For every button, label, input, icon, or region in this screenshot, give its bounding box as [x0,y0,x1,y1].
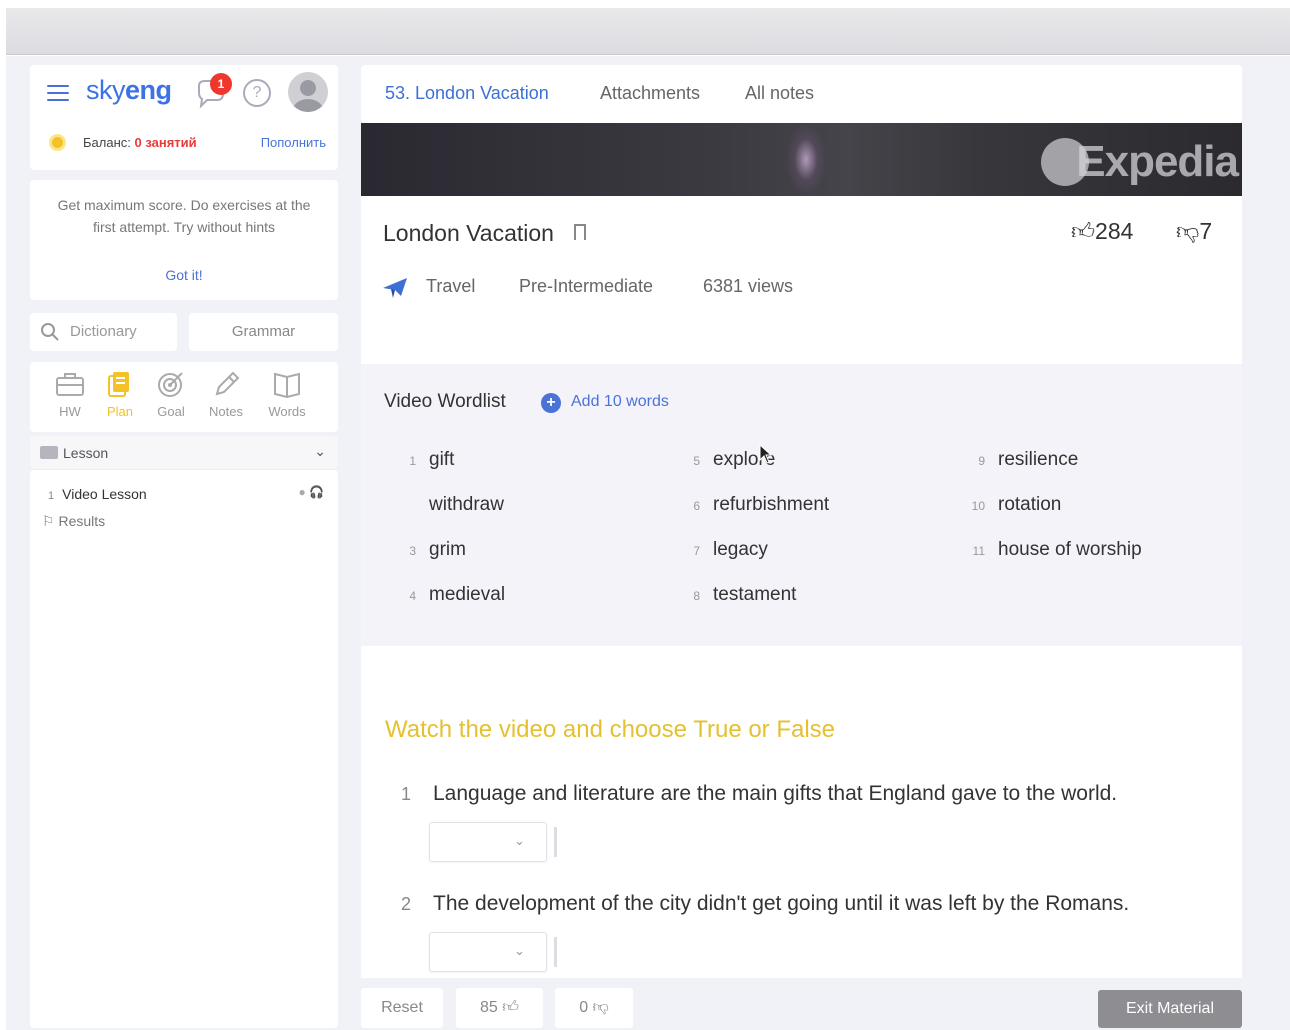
tool-plan[interactable]: Plan [95,370,145,419]
exit-material-button[interactable]: Exit Material [1098,990,1242,1028]
coin-icon [49,134,66,151]
bottom-toolbar: Reset 85 👍︎ 0 👎︎ Exit Material [361,978,1242,1030]
lesson-category: Travel [426,276,476,296]
thumbs-up-icon: 👍︎ [1071,218,1096,244]
question-text: 2 The development of the city didn't get … [401,892,1130,915]
tool-words[interactable]: Words [262,370,312,419]
sidebar-item-video-lesson[interactable]: 1 Video Lesson [48,486,147,502]
word-item[interactable]: 1 gift [396,449,454,471]
avatar[interactable] [288,72,328,112]
grammar-button[interactable]: Grammar [189,313,338,351]
tip-card: Get maximum score. Do exercises at the f… [30,180,338,300]
reset-button[interactable]: Reset [361,988,443,1028]
dislike-button[interactable]: 👎︎7 [1176,218,1212,246]
plan-icon [108,372,129,397]
banner-watermark: Expedia [1076,137,1239,186]
flag-icon: ⚐ [42,513,59,529]
sidebar-header: skyeng 1 ? Баланс: 0 занятий Пополнить [30,65,338,170]
menu-icon[interactable] [47,85,69,101]
answer-dropdown[interactable]: ⌄ [429,932,547,972]
plane-icon [383,278,407,298]
tip-text: Get maximum score. Do exercises at the f… [57,197,311,235]
tab-attachments[interactable]: Attachments [600,83,700,104]
chevron-down-icon: ⌄ [514,833,525,848]
add-words-button[interactable]: + [541,393,561,413]
exercise-section: Watch the video and choose True or False… [361,646,1242,978]
folder-icon [40,446,58,459]
exercise-title: Watch the video and choose True or False [385,716,836,743]
banner-light [786,123,826,196]
dictionary-label: Dictionary [70,323,137,340]
search-icon [41,323,59,341]
video-lesson-status-icons: ● 🎧 [298,485,324,499]
notification-badge: 1 [210,73,232,95]
tool-goal[interactable]: Goal [146,370,196,419]
word-item[interactable]: 11 house of worship [965,539,1142,561]
lesson-list: 1 Video Lesson ● 🎧 ⚐ Results [30,470,338,1028]
wordlist-title: Video Wordlist [384,391,506,412]
pencil-icon [215,371,240,396]
footer-like-button[interactable]: 85 👍︎ [456,988,543,1028]
balance-text: Баланс: 0 занятий [83,135,197,150]
help-icon[interactable]: ? [243,79,271,107]
dropdown-hint-bar [554,937,557,967]
chevron-down-icon: ⌄ [514,943,525,958]
lesson-tabs: 53. London Vacation Attachments All note… [361,65,1242,123]
chevron-down-icon: ⌄ [314,443,326,459]
add-words-link[interactable]: Add 10 words [571,393,669,411]
answer-dropdown[interactable]: ⌄ [429,822,547,862]
grammar-label: Grammar [231,323,296,340]
word-item[interactable]: 8 testament [680,584,796,606]
mouse-cursor-icon [759,444,773,464]
book-icon [274,372,300,398]
word-item[interactable]: 10 rotation [965,494,1062,516]
bookmark-icon[interactable] [574,224,586,240]
question-text: 1 Language and literature are the main gi… [401,782,1118,805]
word-item[interactable]: 4 medieval [396,584,505,606]
lesson-views: 6381 views [703,276,794,296]
lesson-level: Pre-Intermediate [519,276,654,296]
dictionary-search[interactable]: Dictionary [30,313,177,351]
video-banner[interactable]: Expedia [361,123,1242,196]
tab-lesson[interactable]: 53. London Vacation [385,83,549,104]
topup-link[interactable]: Пополнить [261,135,326,150]
word-item[interactable]: 9 resilience [965,449,1078,471]
tools-bar: HW Plan Goal Notes Words [30,362,338,432]
sidebar-item-results[interactable]: ⚐ Results [42,513,105,530]
lesson-section-toggle[interactable]: Lesson ⌄ [30,436,338,470]
word-item[interactable]: 7 legacy [680,539,768,561]
tool-notes[interactable]: Notes [201,370,251,419]
tool-hw[interactable]: HW [45,370,95,419]
footer-dislike-button[interactable]: 0 👎︎ [555,988,633,1028]
word-item[interactable]: 6 refurbishment [680,494,829,516]
word-item[interactable]: withdraw [396,494,504,516]
like-button[interactable]: 👍︎284 [1071,218,1133,246]
video-wordlist: Video Wordlist + Add 10 words 1 gift with… [361,364,1242,646]
target-icon [158,372,183,397]
briefcase-icon [56,373,84,396]
lesson-title: London Vacation [383,220,554,246]
thumbs-down-icon: 👎︎ [592,999,609,1016]
lesson-section-label: Lesson [63,445,109,461]
tab-all-notes[interactable]: All notes [745,83,814,104]
skyeng-logo[interactable]: skyeng [86,75,172,106]
thumbs-up-icon: 👍︎ [502,999,519,1016]
lesson-info: London Vacation 👍︎284 👎︎7 Travel Pre-Int… [361,196,1242,364]
word-item[interactable]: 3 grim [396,539,466,561]
browser-toolbar [6,8,1290,55]
got-it-link[interactable]: Got it! [30,267,338,283]
dropdown-hint-bar [554,827,557,857]
thumbs-down-icon: 👎︎ [1176,218,1200,244]
